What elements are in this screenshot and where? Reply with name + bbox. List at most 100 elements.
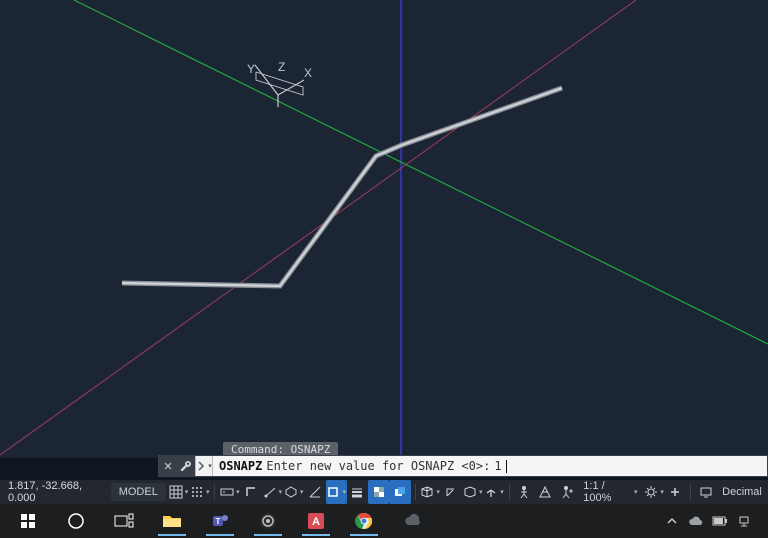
- tray-battery[interactable]: [712, 513, 728, 529]
- dynamic-ucs-icon: [444, 485, 458, 499]
- obs-icon: [259, 512, 277, 530]
- gizmo-button[interactable]: ▾: [483, 480, 504, 504]
- chevron-down-icon: ▾: [634, 488, 638, 496]
- monitor-icon: [699, 485, 713, 499]
- tray-network[interactable]: [736, 513, 752, 529]
- model-space-button[interactable]: MODEL: [111, 483, 166, 501]
- tray-overflow-button[interactable]: [664, 513, 680, 529]
- chevron-up-icon: [667, 516, 677, 526]
- network-icon: [737, 514, 751, 528]
- taskbar-teams[interactable]: T: [198, 506, 242, 536]
- text-caret: [506, 460, 507, 473]
- selection-cycling-icon: [393, 485, 407, 499]
- axis-green-line: [74, 0, 768, 344]
- annotation-icon: [538, 485, 552, 499]
- wrench-icon: [180, 460, 192, 472]
- annotation-monitor-button[interactable]: [665, 480, 686, 504]
- polar-icon: [263, 485, 277, 499]
- annotation-scale-button[interactable]: 1:1 / 100% ▾: [577, 480, 643, 504]
- snap-button[interactable]: ▾: [189, 480, 210, 504]
- units-label: Decimal: [722, 486, 762, 498]
- chevron-down-icon: ▾: [300, 488, 304, 496]
- taskbar-autocad[interactable]: A: [294, 506, 338, 536]
- command-recent-button[interactable]: ▾: [195, 456, 213, 476]
- chevron-down-icon: ▾: [208, 462, 212, 470]
- snap-icon: [190, 485, 204, 499]
- viewport-canvas: [0, 0, 768, 458]
- status-bar: 1.817, -32.668, 0.000 MODEL ▾ ▾ ▾ ▾ ▾ ▾ …: [0, 480, 768, 504]
- svg-text:A: A: [312, 516, 320, 528]
- autoscale-button[interactable]: [556, 480, 577, 504]
- transparency-icon: [372, 485, 386, 499]
- plus-icon: [669, 486, 681, 498]
- command-input[interactable]: OSNAPZ Enter new value for OSNAPZ <0>: 1: [213, 459, 767, 473]
- dynamic-input-icon: [220, 485, 234, 499]
- lineweight-button[interactable]: [347, 480, 368, 504]
- chevron-down-icon: ▾: [342, 488, 346, 496]
- command-line[interactable]: ✕ ▾ OSNAPZ Enter new value for OSNAPZ <0…: [158, 455, 768, 477]
- windows-icon: [19, 512, 37, 530]
- chevron-right-icon: [196, 461, 206, 471]
- chevron-down-icon: ▾: [436, 488, 440, 496]
- grid-button[interactable]: ▾: [168, 480, 189, 504]
- walk-button[interactable]: [513, 480, 534, 504]
- separator: [214, 484, 215, 500]
- taskbar-file-explorer[interactable]: [150, 506, 194, 536]
- chevron-down-icon: ▾: [660, 488, 664, 496]
- task-view-icon: [114, 513, 134, 529]
- command-customize-button[interactable]: [177, 456, 195, 476]
- osnap-tracking-button[interactable]: [304, 480, 325, 504]
- selection-cycling-button[interactable]: [389, 480, 410, 504]
- ortho-icon: [244, 485, 258, 499]
- cube-small-icon: [420, 485, 434, 499]
- workspace-button[interactable]: ▾: [643, 480, 664, 504]
- taskbar-obs[interactable]: [246, 506, 290, 536]
- ortho-button[interactable]: [241, 480, 262, 504]
- osnap-icon: [326, 485, 340, 499]
- polar-button[interactable]: ▾: [262, 480, 283, 504]
- polyline-entity-hl: [122, 88, 562, 286]
- person-plus-icon: [560, 485, 574, 499]
- selection-filter-button[interactable]: ▾: [462, 480, 483, 504]
- annotation-visibility-button[interactable]: [535, 480, 556, 504]
- isodraft-icon: [284, 485, 298, 499]
- chevron-down-icon: ▾: [206, 488, 210, 496]
- separator: [690, 484, 691, 500]
- coordinates-readout[interactable]: 1.817, -32.668, 0.000: [0, 480, 109, 504]
- units-button[interactable]: Decimal: [716, 480, 768, 504]
- tray-onedrive[interactable]: [688, 513, 704, 529]
- command-close-button[interactable]: ✕: [159, 456, 177, 476]
- chevron-down-icon: ▾: [500, 488, 504, 496]
- polyline-entity[interactable]: [122, 88, 562, 286]
- taskbar-app[interactable]: [390, 506, 434, 536]
- chevron-down-icon: ▾: [236, 488, 240, 496]
- dynamic-ucs-button[interactable]: [441, 480, 462, 504]
- cortana-button[interactable]: [54, 506, 98, 536]
- separator: [509, 484, 510, 500]
- 3d-osnap-button[interactable]: ▾: [420, 480, 441, 504]
- command-variable-name: OSNAPZ: [219, 459, 262, 473]
- system-tray[interactable]: [664, 513, 762, 529]
- isodraft-button[interactable]: ▾: [283, 480, 304, 504]
- dynamic-input-button[interactable]: ▾: [219, 480, 240, 504]
- start-button[interactable]: [6, 506, 50, 536]
- person-icon: [517, 485, 531, 499]
- gizmo-icon: [484, 485, 498, 499]
- transparency-button[interactable]: [368, 480, 389, 504]
- cloud-small-icon: [688, 515, 704, 527]
- autocad-icon: A: [307, 512, 325, 530]
- circle-icon: [67, 512, 85, 530]
- drawing-viewport[interactable]: Y Z X: [0, 0, 768, 458]
- osnap-button[interactable]: ▾: [326, 480, 347, 504]
- ucs-z-label: Z: [278, 60, 285, 74]
- gear-icon: [644, 485, 658, 499]
- taskbar-chrome[interactable]: [342, 506, 386, 536]
- separator: [415, 484, 416, 500]
- ucs-x-label: X: [304, 66, 312, 80]
- lineweight-icon: [350, 485, 364, 499]
- task-view-button[interactable]: [102, 506, 146, 536]
- hardware-accel-button[interactable]: [695, 480, 716, 504]
- chevron-down-icon: ▾: [185, 488, 189, 496]
- battery-icon: [712, 516, 728, 526]
- scale-zoom-label: 1:1 / 100%: [583, 480, 629, 504]
